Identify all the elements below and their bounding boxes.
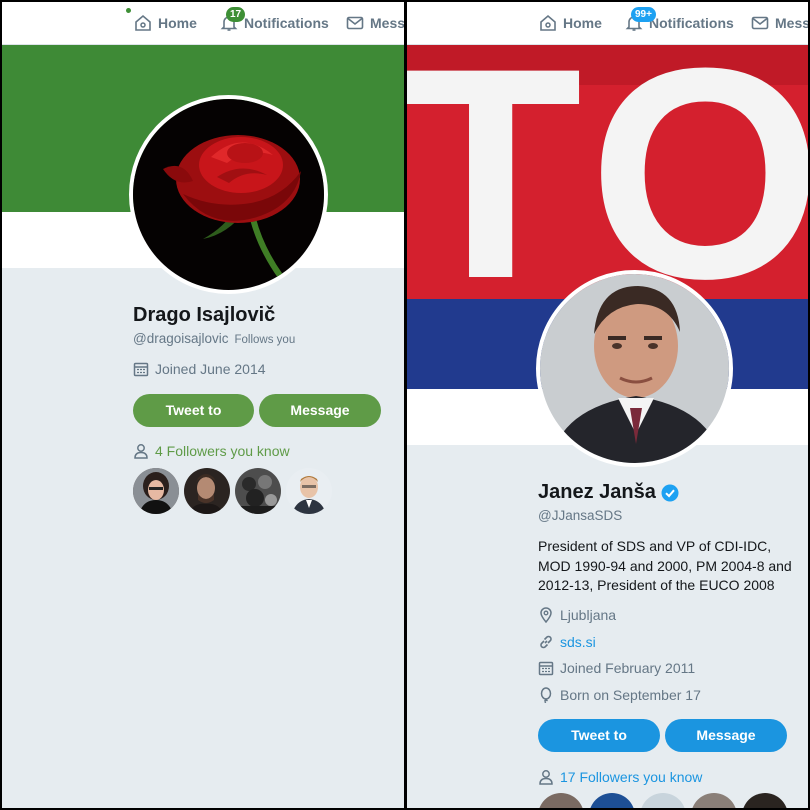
profile-name: Drago Isajlovič <box>133 304 276 326</box>
nav-home-label: Home <box>158 15 197 31</box>
follower-photo <box>235 468 281 514</box>
follower-avatar[interactable] <box>184 468 230 514</box>
profile-name: Janez Janša <box>538 481 656 503</box>
follower-avatar[interactable] <box>640 793 686 808</box>
followers-you-know-label: 17 Followers you know <box>560 769 703 785</box>
notifications-badge: 17 <box>226 7 246 22</box>
follower-avatar[interactable] <box>538 793 584 808</box>
nav-messages[interactable]: Mess <box>751 14 808 32</box>
followers-you-know-link[interactable]: 4 Followers you know <box>133 443 290 459</box>
right-profile-screenshot: Home 99+ Notifications Mess TOP <box>407 2 808 808</box>
calendar-icon <box>538 661 554 676</box>
followers-you-know-label: 4 Followers you know <box>155 443 290 459</box>
person-icon <box>134 444 148 459</box>
nav-notifications[interactable]: 17 Notifications <box>220 7 329 32</box>
follower-avatar[interactable] <box>742 793 788 808</box>
envelope-icon <box>346 16 364 30</box>
profile-location: Ljubljana <box>538 607 616 623</box>
follower-avatar[interactable] <box>133 468 179 514</box>
birthday-label: Born on September 17 <box>560 687 701 703</box>
tweet-to-button[interactable]: Tweet to <box>538 719 660 752</box>
nav-notifications[interactable]: 99+ Notifications <box>625 7 734 32</box>
verified-badge-icon <box>661 484 679 501</box>
followers-you-know-link[interactable]: 17 Followers you know <box>538 769 702 785</box>
nav-home-label: Home <box>563 15 602 31</box>
home-icon <box>540 14 556 31</box>
location-label: Ljubljana <box>560 607 617 623</box>
birthday: Born on September 17 <box>538 687 701 703</box>
profile-banner: TOP <box>407 45 808 299</box>
left-profile-screenshot: Home 17 Notifications Messa Drago Isajlo… <box>2 2 404 808</box>
website-link[interactable]: sds.si <box>560 634 596 650</box>
follows-you-label: Follows you <box>234 334 296 346</box>
nav-messages[interactable]: Messa <box>346 14 404 32</box>
joined-label: Joined June 2014 <box>155 361 266 377</box>
banner-sign-photo: TOP <box>407 45 808 299</box>
rose-image <box>133 99 324 290</box>
joined-date: Joined February 2011 <box>538 660 695 676</box>
follower-photo <box>133 468 179 514</box>
home-icon <box>135 14 151 31</box>
nav-notifications-label: Notifications <box>244 15 329 31</box>
message-button[interactable]: Message <box>665 719 787 752</box>
profile-bio: President of SDS and VP of CDI-IDC, MOD … <box>538 538 792 593</box>
profile-handle[interactable]: @JJansaSDS <box>538 508 622 523</box>
follower-avatar[interactable] <box>286 468 332 514</box>
follower-photo <box>286 468 332 514</box>
top-navigation: Home 99+ Notifications Mess <box>407 2 808 45</box>
nav-messages-label: Mess <box>775 15 808 31</box>
follower-photo <box>184 468 230 514</box>
banner-sign-text: TOP <box>407 45 808 299</box>
nav-notifications-label: Notifications <box>649 15 734 31</box>
follower-avatar[interactable] <box>235 468 281 514</box>
nav-home[interactable]: Home <box>134 14 197 32</box>
profile-name-row: Janez Janša <box>538 481 679 504</box>
follower-avatar[interactable] <box>589 793 635 808</box>
profile-handle[interactable]: @dragoisajlovic <box>133 331 229 346</box>
location-pin-icon <box>540 607 552 623</box>
notifications-badge: 99+ <box>631 7 656 22</box>
activity-dot <box>126 8 131 13</box>
follower-avatar[interactable] <box>691 793 737 808</box>
joined-date: Joined June 2014 <box>133 361 266 377</box>
profile-handle-row: @dragoisajlovic Follows you <box>133 331 295 346</box>
calendar-icon <box>133 362 149 377</box>
nav-home[interactable]: Home <box>539 14 602 32</box>
nav-messages-label: Messa <box>370 15 404 31</box>
profile-avatar[interactable] <box>129 95 328 294</box>
profile-avatar[interactable] <box>536 270 733 467</box>
profile-website[interactable]: sds.si <box>538 634 596 650</box>
message-button[interactable]: Message <box>259 394 381 427</box>
joined-label: Joined February 2011 <box>560 660 696 676</box>
portrait-photo <box>540 274 729 463</box>
balloon-icon <box>540 687 552 703</box>
top-navigation: Home 17 Notifications Messa <box>2 2 404 45</box>
link-icon <box>540 635 552 649</box>
envelope-icon <box>751 16 769 30</box>
person-icon <box>539 770 553 785</box>
tweet-to-button[interactable]: Tweet to <box>133 394 254 427</box>
